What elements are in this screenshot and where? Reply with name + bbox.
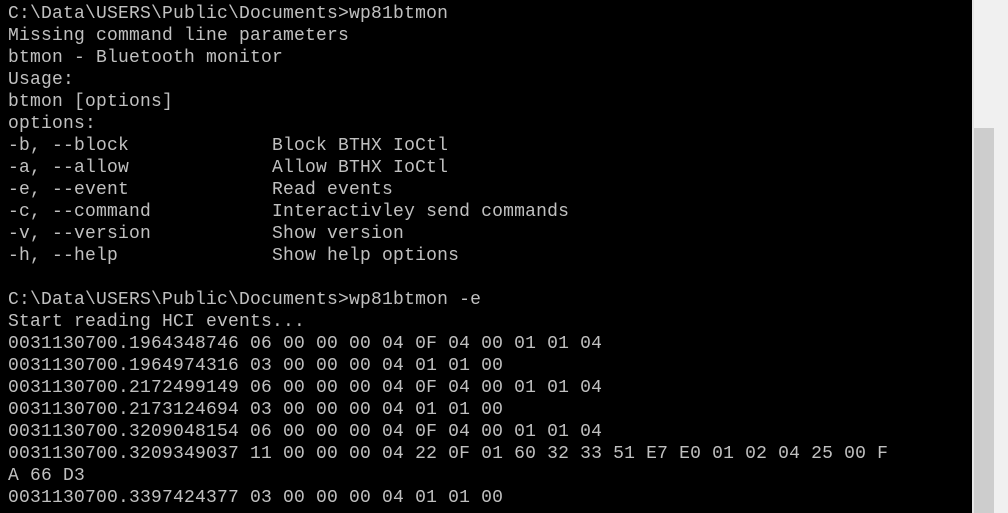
console-line: -b, --block Block BTHX IoCtl: [8, 136, 449, 156]
console-line: C:\Data\USERS\Public\Documents>wp81btmon…: [8, 290, 482, 310]
scrollbar-edge: [994, 0, 1008, 513]
console-output[interactable]: C:\Data\USERS\Public\Documents>wp81btmon…: [0, 0, 972, 513]
console-line: Start reading HCI events...: [8, 312, 306, 332]
console-line: -a, --allow Allow BTHX IoCtl: [8, 158, 449, 178]
console-line: -c, --command Interactivley send command…: [8, 202, 570, 222]
console-line: 0031130700.2172499149 06 00 00 00 04 0F …: [8, 378, 603, 398]
console-line: 0031130700.3209048154 06 00 00 00 04 0F …: [8, 422, 603, 442]
console-line: 0031130700.3397424377 03 00 00 00 04 01 …: [8, 488, 504, 508]
console-line: 0031130700.3209349037 11 00 00 00 04 22 …: [8, 444, 889, 464]
console-line: 0031130700.1964974316 03 00 00 00 04 01 …: [8, 356, 504, 376]
scrollbar-thumb[interactable]: [974, 128, 994, 513]
console-line: A 66 D3: [8, 466, 86, 486]
console-line: options:: [8, 114, 97, 134]
console-line: 0031130700.2173124694 03 00 00 00 04 01 …: [8, 400, 504, 420]
console-line: Missing command line parameters: [8, 26, 350, 46]
console-line: -e, --event Read events: [8, 180, 394, 200]
console-line: -h, --help Show help options: [8, 246, 460, 266]
console-line: btmon [options]: [8, 92, 174, 112]
console-line: btmon - Bluetooth monitor: [8, 48, 284, 68]
console-line: 0031130700.1964348746 06 00 00 00 04 0F …: [8, 334, 603, 354]
console-line: -v, --version Show version: [8, 224, 405, 244]
console-line: C:\Data\USERS\Public\Documents>wp81btmon: [8, 4, 449, 24]
console-line: Usage:: [8, 70, 75, 90]
